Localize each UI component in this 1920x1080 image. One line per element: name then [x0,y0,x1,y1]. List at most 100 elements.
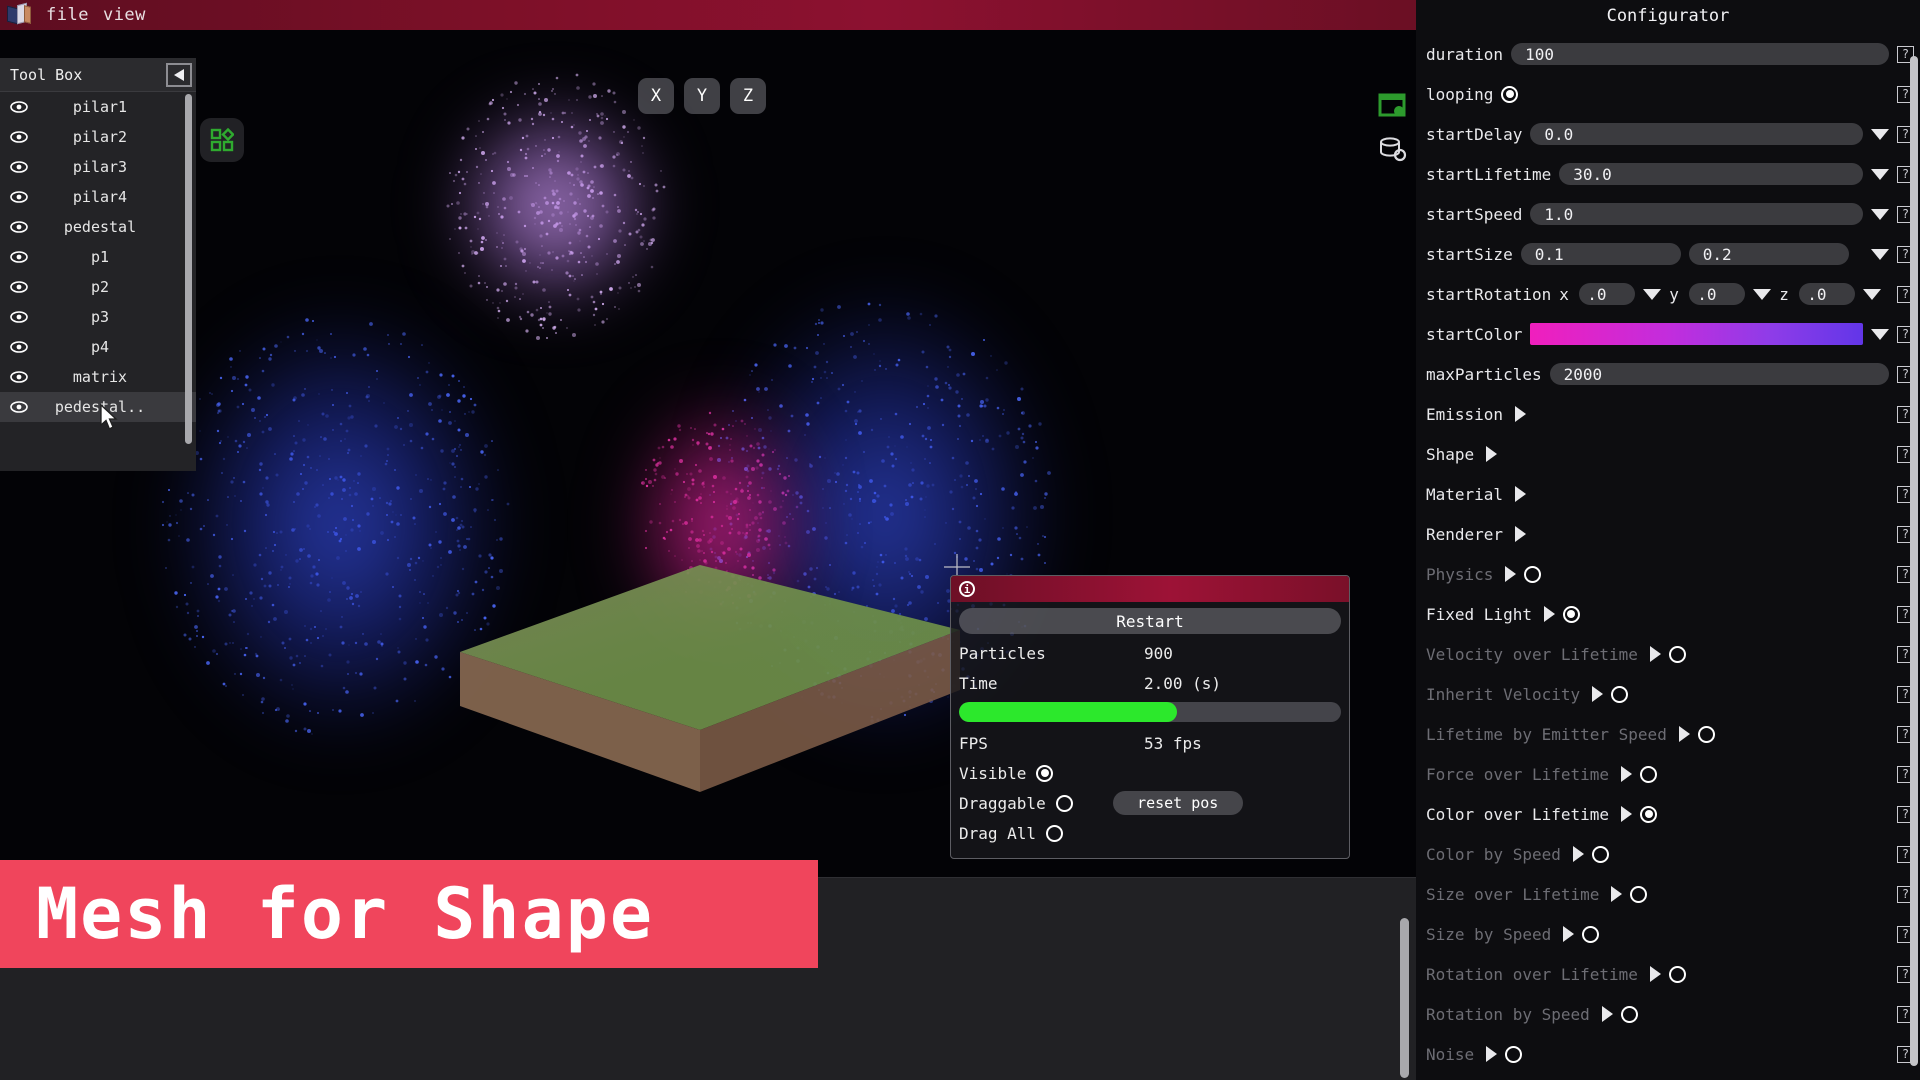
chevron-down-icon[interactable] [1871,329,1889,340]
config-group-toggle[interactable] [1524,566,1541,583]
tool-box-item[interactable]: pilar3 [0,152,196,182]
config-input[interactable]: 2000 [1550,363,1889,385]
tool-box-item[interactable]: pilar4 [0,182,196,212]
tool-box-item[interactable]: p2 [0,272,196,302]
config-label: startColor [1426,325,1522,344]
tool-box-item[interactable]: p1 [0,242,196,272]
chevron-right-icon[interactable] [1611,886,1622,902]
eye-icon[interactable] [8,341,30,353]
chevron-down-icon[interactable] [1753,289,1771,300]
tool-box-scrollbar[interactable] [185,94,192,444]
chevron-right-icon[interactable] [1515,486,1526,502]
chevron-right-icon[interactable] [1592,686,1603,702]
menu-file[interactable]: file [46,5,89,25]
chevron-right-icon[interactable] [1621,766,1632,782]
chevron-down-icon[interactable] [1871,169,1889,180]
stats-window-titlebar[interactable]: i [951,576,1349,602]
configurator-panel: Configurator duration 100? looping? startDe… [1416,0,1920,1080]
config-group-toggle[interactable] [1630,886,1647,903]
config-group-toggle[interactable] [1640,766,1657,783]
eye-icon[interactable] [8,191,30,203]
restart-button[interactable]: Restart [959,608,1341,634]
config-input-max[interactable]: 0.2 [1689,243,1849,265]
config-input[interactable]: 100 [1511,43,1889,65]
config-input-y[interactable]: .0 [1689,283,1745,305]
chevron-down-icon[interactable] [1871,129,1889,140]
chevron-right-icon[interactable] [1486,446,1497,462]
reset-pos-button[interactable]: reset pos [1113,791,1243,815]
config-group-toggle[interactable] [1505,1046,1522,1063]
chevron-down-icon[interactable] [1863,289,1881,300]
tool-box-item[interactable]: p3 [0,302,196,332]
axis-button-y[interactable]: Y [684,78,720,114]
configurator-scrollbar[interactable] [1910,56,1918,1066]
config-group-toggle[interactable] [1669,646,1686,663]
chevron-down-icon[interactable] [1871,249,1889,260]
eye-icon[interactable] [8,221,30,233]
draggable-toggle[interactable] [1056,795,1073,812]
axis-button-z[interactable]: Z [730,78,766,114]
tool-box-item[interactable]: pilar2 [0,122,196,152]
config-group-toggle[interactable] [1669,966,1686,983]
asset-bar-scrollbar[interactable] [1400,918,1409,1078]
tool-box-item[interactable]: p4 [0,332,196,362]
eye-icon[interactable] [8,311,30,323]
visible-toggle[interactable] [1036,765,1053,782]
config-group-toggle[interactable] [1621,1006,1638,1023]
config-toggle[interactable] [1501,86,1518,103]
chevron-right-icon[interactable] [1486,1046,1497,1062]
info-icon[interactable]: i [959,581,975,597]
config-input[interactable]: 0.0 [1530,123,1863,145]
chevron-right-icon[interactable] [1544,606,1555,622]
config-group-toggle[interactable] [1611,686,1628,703]
viewport-tool-strip [1378,92,1408,166]
time-progress-bar [959,702,1341,722]
chevron-right-icon[interactable] [1515,526,1526,542]
config-label: Color by Speed [1426,845,1561,864]
eye-icon[interactable] [8,281,30,293]
config-group-toggle[interactable] [1640,806,1657,823]
database-settings-icon[interactable] [1378,136,1408,166]
menu-view[interactable]: view [103,5,146,25]
tool-box-item[interactable]: pedestal.. [0,392,196,422]
collapse-left-icon[interactable] [166,63,192,87]
chevron-right-icon[interactable] [1621,806,1632,822]
eye-icon[interactable] [8,251,30,263]
config-input[interactable]: 1.0 [1530,203,1863,225]
eye-icon[interactable] [8,371,30,383]
eye-icon[interactable] [8,161,30,173]
color-gradient-swatch[interactable] [1530,323,1863,345]
tool-box-list[interactable]: pilar1 pilar2 pilar3 pilar4 pedestal p1 p2 p3 p4… [0,92,196,424]
chevron-right-icon[interactable] [1573,846,1584,862]
chevron-right-icon[interactable] [1679,726,1690,742]
chevron-right-icon[interactable] [1505,566,1516,582]
chevron-right-icon[interactable] [1650,966,1661,982]
tool-box-item[interactable]: pedestal [0,212,196,242]
chevron-right-icon[interactable] [1650,646,1661,662]
config-group-toggle[interactable] [1563,606,1580,623]
tool-box-item[interactable]: matrix [0,362,196,392]
config-input-z[interactable]: .0 [1799,283,1855,305]
config-input[interactable]: 30.0 [1559,163,1863,185]
axis-button-x[interactable]: X [638,78,674,114]
chevron-down-icon[interactable] [1643,289,1661,300]
apps-grid-icon[interactable] [200,118,244,162]
drag-all-toggle[interactable] [1046,825,1063,842]
eye-icon[interactable] [8,101,30,113]
stat-row-draggable: Draggable reset pos [959,788,1341,818]
config-row-size-by-speed: Size by Speed? [1416,914,1920,954]
config-input-min[interactable]: 0.1 [1521,243,1681,265]
tool-box-item[interactable]: pilar1 [0,92,196,122]
chevron-down-icon[interactable] [1871,209,1889,220]
config-group-toggle[interactable] [1582,926,1599,943]
chevron-right-icon[interactable] [1515,406,1526,422]
config-input-x[interactable]: .0 [1579,283,1635,305]
config-group-toggle[interactable] [1698,726,1715,743]
panel-settings-icon[interactable] [1378,92,1408,122]
chevron-right-icon[interactable] [1602,1006,1613,1022]
config-group-toggle[interactable] [1592,846,1609,863]
eye-icon[interactable] [8,401,30,413]
chevron-right-icon[interactable] [1563,926,1574,942]
eye-icon[interactable] [8,131,30,143]
stats-window[interactable]: i Restart Particles 900 Time 2.00 (s) FP… [950,575,1350,859]
